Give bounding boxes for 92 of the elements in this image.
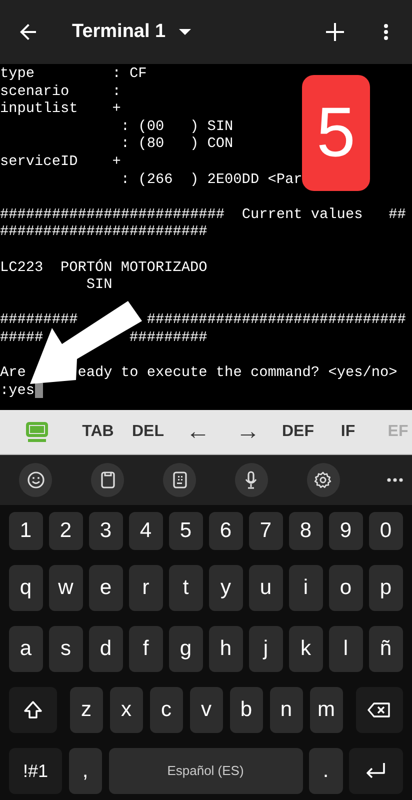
emoji-icon	[26, 471, 45, 489]
backspace-icon	[367, 702, 391, 718]
key[interactable]: p	[369, 565, 402, 611]
clipboard-icon	[98, 471, 117, 489]
number-badge: 5	[302, 75, 370, 191]
plus-icon	[326, 23, 344, 41]
terminal-text: : (00 ) SIN	[120, 118, 234, 136]
key[interactable]: s	[49, 626, 82, 672]
key[interactable]: 1	[9, 512, 42, 550]
shift-key[interactable]	[9, 687, 57, 733]
extra-key[interactable]: →	[223, 410, 273, 454]
key[interactable]: j	[249, 626, 282, 672]
terminal-text: LC223 PORTÓN MOTORIZADO	[0, 260, 208, 278]
key[interactable]: a	[9, 626, 42, 672]
monitor-icon	[26, 422, 48, 442]
extra-key[interactable]: ←	[173, 410, 223, 454]
key[interactable]: .	[309, 748, 342, 794]
key[interactable]: f	[129, 626, 162, 672]
key[interactable]: y	[209, 565, 242, 611]
key[interactable]: m	[310, 687, 343, 733]
key[interactable]: n	[270, 687, 303, 733]
settings-button[interactable]	[306, 463, 340, 497]
key[interactable]: 3	[89, 512, 122, 550]
terminal-text: #########	[130, 330, 208, 348]
extra-key[interactable]: IF	[323, 410, 373, 454]
key[interactable]: d	[89, 626, 122, 672]
key[interactable]: 4	[129, 512, 162, 550]
dropdown-button[interactable]	[178, 29, 191, 35]
clipboard-button[interactable]	[90, 463, 124, 497]
key[interactable]: u	[249, 565, 282, 611]
key[interactable]: 2	[49, 512, 82, 550]
space-key[interactable]: Español (ES)	[108, 748, 302, 794]
terminal-text: type : CF	[0, 66, 147, 84]
key[interactable]: o	[329, 565, 362, 611]
enter-icon	[365, 762, 387, 780]
key[interactable]: h	[209, 626, 242, 672]
key[interactable]: t	[169, 565, 202, 611]
more-icon	[387, 478, 404, 482]
key[interactable]: 8	[289, 512, 322, 550]
terminal-text: SIN	[86, 277, 112, 295]
key[interactable]: 6	[209, 512, 242, 550]
key[interactable]: ñ	[369, 626, 402, 672]
mic-button[interactable]	[234, 463, 268, 497]
key[interactable]: 9	[329, 512, 362, 550]
terminal-title[interactable]: Terminal 1	[72, 18, 166, 46]
key[interactable]: i	[289, 565, 322, 611]
key[interactable]: v	[190, 687, 223, 733]
key[interactable]: g	[169, 626, 202, 672]
terminal-text: #####	[0, 330, 44, 348]
key[interactable]: r	[129, 565, 162, 611]
add-button[interactable]	[326, 23, 344, 41]
key[interactable]: 0	[369, 512, 402, 550]
key[interactable]: 5	[169, 512, 202, 550]
terminal-text: ##	[388, 206, 406, 224]
settings-icon	[314, 471, 332, 489]
key[interactable]: l	[329, 626, 362, 672]
shift-icon	[23, 700, 43, 720]
key[interactable]: ,	[68, 748, 102, 794]
terminal-text: scenario :	[0, 84, 121, 102]
keypad-icon	[170, 471, 189, 489]
key[interactable]: z	[70, 687, 103, 733]
emoji-button[interactable]	[19, 463, 52, 497]
terminal-text: Current values	[242, 206, 363, 224]
terminal-text: Are	[0, 365, 26, 383]
key[interactable]: q	[9, 565, 42, 611]
keypad-button[interactable]	[162, 463, 196, 497]
key[interactable]: b	[230, 687, 263, 733]
terminal-text: eady to execute the command? <yes/no>	[78, 365, 398, 383]
terminal-text: :yes	[0, 382, 35, 400]
terminal-text: ########################	[0, 224, 208, 242]
terminal-text: ##############################	[146, 312, 406, 330]
backspace-key[interactable]	[356, 687, 402, 733]
extra-key[interactable]: TAB	[73, 410, 123, 454]
key[interactable]: x	[110, 687, 143, 733]
terminal-text: #########	[0, 312, 78, 330]
terminal-text: : (80 ) CON	[120, 136, 234, 154]
caret-icon	[178, 29, 191, 35]
extra-key[interactable]: DEL	[123, 410, 173, 454]
more-icon	[384, 24, 388, 40]
extra-key[interactable]: DEF	[273, 410, 323, 454]
terminal-text: inputlist +	[0, 101, 121, 119]
symbols-key[interactable]: !#1	[9, 748, 62, 794]
key[interactable]: 7	[249, 512, 282, 550]
key[interactable]: e	[89, 565, 122, 611]
key[interactable]: c	[150, 687, 183, 733]
terminal-text: : (266 ) 2E00DD <Par	[120, 172, 302, 190]
terminal-text: ##########################	[0, 206, 225, 224]
more-button[interactable]	[384, 24, 388, 40]
enter-key[interactable]	[349, 748, 403, 794]
key[interactable]: w	[49, 565, 82, 611]
terminal-text: serviceID +	[0, 154, 121, 172]
key[interactable]: k	[289, 626, 322, 672]
